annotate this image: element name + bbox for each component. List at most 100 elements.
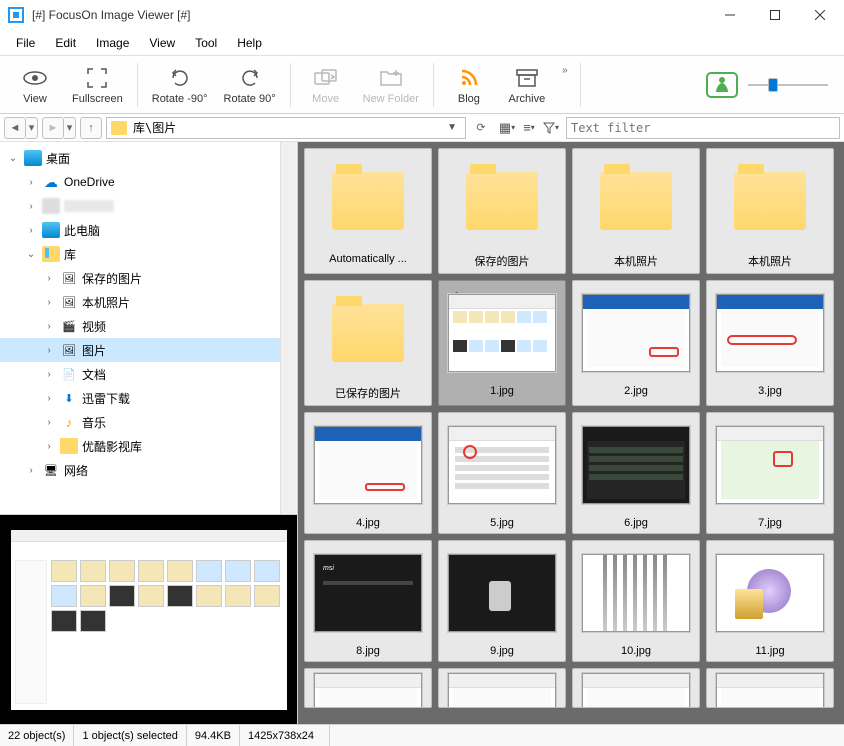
folder-tree[interactable]: ⌄桌面›OneDrive››此电脑⌄库›保存的图片›本机照片›视频›图片›文档›… [0,142,297,514]
filter-button[interactable]: ▾ [540,117,562,139]
twisty-icon[interactable]: ⌄ [6,153,20,164]
path-input[interactable] [133,121,443,135]
tree-node-label: OneDrive [64,175,115,189]
twisty-icon[interactable]: › [42,273,56,284]
preview-image[interactable] [11,530,287,710]
image-thumbnail[interactable] [706,668,834,708]
archive-button[interactable]: Archive [498,59,556,111]
separator [580,63,581,107]
image-thumbnail[interactable]: 5.jpg [438,412,566,534]
new-folder-button[interactable]: New Folder [355,59,427,111]
image-thumbnail[interactable]: 11.jpg [706,540,834,662]
twisty-icon[interactable]: › [42,369,56,380]
tree-node[interactable]: ›图片 [0,338,297,362]
tree-node[interactable]: ›迅雷下载 [0,386,297,410]
tree-node[interactable]: › OneDrive [0,170,297,194]
thumbnail-grid-container[interactable]: Automatically ...保存的图片本机照片本机照片已保存的图片✓1.j… [298,142,844,724]
image-thumbnail[interactable]: 2.jpg [572,280,700,406]
view-large-icons[interactable]: ▦▾ [496,117,518,139]
move-button[interactable]: Move [297,59,355,111]
fullscreen-button[interactable]: Fullscreen [64,59,131,111]
tree-node[interactable]: ⌄库 [0,242,297,266]
twisty-icon[interactable]: › [42,417,56,428]
folder-thumbnail[interactable]: 保存的图片 [438,148,566,274]
image-thumbnail[interactable]: 10.jpg [572,540,700,662]
twisty-icon[interactable]: › [42,393,56,404]
screenshot-preview [716,426,824,504]
menu-file[interactable]: File [6,32,45,54]
thumbnail-mode-icon[interactable] [706,72,738,98]
menu-help[interactable]: Help [227,32,272,54]
nav-forward-button[interactable]: ► [42,117,64,139]
image-thumbnail[interactable] [438,668,566,708]
screenshot-preview: msi [314,554,422,632]
folder-thumbnail[interactable]: 已保存的图片 [304,280,432,406]
image-thumbnail[interactable]: 4.jpg [304,412,432,534]
image-thumbnail[interactable]: 6.jpg [572,412,700,534]
screenshot-preview [448,673,556,708]
menu-image[interactable]: Image [86,32,139,54]
screenshot-preview [582,554,690,632]
image-thumbnail[interactable]: 3.jpg [706,280,834,406]
toolbar-overflow[interactable]: » [556,59,574,111]
thumbnail-label: 4.jpg [356,517,380,529]
twisty-icon[interactable]: › [42,441,56,452]
tree-node[interactable]: ›优酷影视库 [0,434,297,458]
twisty-icon[interactable]: › [42,321,56,332]
tree-node[interactable]: ⌄桌面 [0,146,297,170]
thumbnail-label: 6.jpg [624,517,648,529]
tree-node[interactable]: ›文档 [0,362,297,386]
menu-tool[interactable]: Tool [185,32,227,54]
minimize-button[interactable] [707,0,752,30]
twisty-icon[interactable]: › [24,465,38,476]
tree-node[interactable]: ›此电脑 [0,218,297,242]
nav-up-button[interactable]: ↑ [80,117,102,139]
app-icon [8,7,24,23]
rotate-ccw-button[interactable]: Rotate -90° [144,59,216,111]
twisty-icon[interactable]: › [24,201,38,212]
slider-thumb[interactable] [768,78,778,92]
view-button[interactable]: View [6,59,64,111]
maximize-button[interactable] [752,0,797,30]
tree-node[interactable]: ›保存的图片 [0,266,297,290]
status-objects: 22 object(s) [0,725,74,746]
tree-node-label: 视频 [82,318,106,335]
path-bar[interactable]: ▼ [106,117,466,139]
blog-button[interactable]: Blog [440,59,498,111]
tree-node[interactable]: › [0,194,297,218]
image-thumbnail[interactable]: ✓1.jpg [438,280,566,406]
twisty-icon[interactable]: › [42,297,56,308]
thumbnail-label: 已保存的图片 [335,385,401,401]
image-thumbnail[interactable]: 9.jpg [438,540,566,662]
image-thumbnail[interactable]: 7.jpg [706,412,834,534]
twisty-icon[interactable]: ⌄ [24,249,38,260]
twisty-icon[interactable]: › [24,177,38,188]
rotate-cw-button[interactable]: Rotate 90° [216,59,284,111]
nav-forward-dropdown[interactable]: ▾ [64,117,76,139]
menu-view[interactable]: View [139,32,185,54]
refresh-button[interactable]: ⟳ [470,117,492,139]
folder-thumbnail[interactable]: 本机照片 [706,148,834,274]
tree-node[interactable]: ›本机照片 [0,290,297,314]
text-filter-input[interactable] [566,117,840,139]
folder-icon [600,172,672,230]
tree-node[interactable]: ›音乐 [0,410,297,434]
zoom-slider[interactable] [748,75,828,95]
folder-thumbnail[interactable]: Automatically ... [304,148,432,274]
image-thumbnail[interactable]: msi8.jpg [304,540,432,662]
tree-node[interactable]: ›网络 [0,458,297,482]
nav-back-dropdown[interactable]: ▾ [26,117,38,139]
toolbar: View Fullscreen Rotate -90° Rotate 90° M… [0,56,844,114]
sort-button[interactable]: ≡▾ [518,117,540,139]
nav-back-button[interactable]: ◄ [4,117,26,139]
image-thumbnail[interactable] [304,668,432,708]
twisty-icon[interactable]: › [24,225,38,236]
path-dropdown[interactable]: ▼ [443,122,461,133]
menu-edit[interactable]: Edit [45,32,86,54]
window-title: [#] FocusOn Image Viewer [#] [32,8,707,22]
close-button[interactable] [797,0,842,30]
folder-thumbnail[interactable]: 本机照片 [572,148,700,274]
image-thumbnail[interactable] [572,668,700,708]
twisty-icon[interactable]: › [42,345,56,356]
tree-node[interactable]: › 视频 [0,314,297,338]
